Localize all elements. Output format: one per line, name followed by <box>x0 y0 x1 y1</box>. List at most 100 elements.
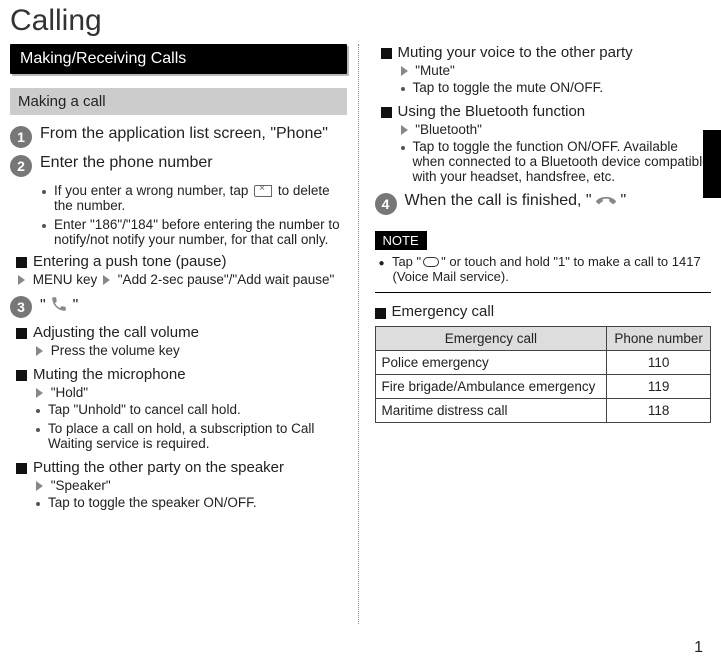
bluetooth-line: "Bluetooth" <box>399 122 712 137</box>
step-number-2: 2 <box>10 155 32 177</box>
mute-mic-b2: To place a call on hold, a subscription … <box>34 421 347 451</box>
note-divider <box>375 292 712 293</box>
note-body: Tap "" or touch and hold "1" to make a c… <box>379 254 712 284</box>
speaker-head: Putting the other party on the speaker <box>16 459 347 476</box>
mute-voice-head: Muting your voice to the other party <box>381 44 712 61</box>
subsection-heading: Making a call <box>10 88 347 115</box>
mute-mic-text: Muting the microphone <box>33 366 186 383</box>
square-icon <box>16 370 27 381</box>
bullet-dot <box>401 146 405 150</box>
speaker-head-text: Putting the other party on the speaker <box>33 459 284 476</box>
bluetooth-b1-text: Tap to toggle the function ON/OFF. Avail… <box>413 139 712 184</box>
arrow-icon <box>103 275 110 285</box>
table-row: Fire brigade/Ambulance emergency 119 <box>375 375 711 399</box>
mute-mic-b2-text: To place a call on hold, a subscription … <box>48 421 347 451</box>
step-2-b1-before: If you enter a wrong number, tap <box>54 183 252 198</box>
speaker-b1-text: Tap to toggle the speaker ON/OFF. <box>48 495 257 510</box>
note-label: NOTE <box>375 231 427 250</box>
step-2-bullet-1: If you enter a wrong number, tap to dele… <box>40 183 347 213</box>
left-column: Making/Receiving Calls Making a call 1 F… <box>10 44 361 518</box>
phone-icon <box>50 295 68 313</box>
adjust-volume-line: Press the volume key <box>34 343 347 358</box>
step-4: 4 When the call is finished, " " <box>375 192 712 215</box>
page-title: Calling <box>0 0 721 44</box>
emergency-th1: Emergency call <box>375 327 607 351</box>
backspace-icon <box>254 185 272 197</box>
step-1: 1 From the application list screen, "Pho… <box>10 125 347 148</box>
step-3-title: " " <box>40 295 78 315</box>
speaker-line-text: "Speaker" <box>47 478 111 493</box>
bullet-dot <box>42 190 46 194</box>
bullet-dot <box>42 224 46 228</box>
emergency-name: Maritime distress call <box>375 399 607 423</box>
bluetooth-head: Using the Bluetooth function <box>381 103 712 120</box>
bullet-dot <box>401 87 405 91</box>
step-2-title: Enter the phone number <box>40 154 213 172</box>
bullet-dot <box>36 428 40 432</box>
arrow-icon <box>36 346 43 356</box>
square-icon <box>16 463 27 474</box>
mute-voice-line: "Mute" <box>399 63 712 78</box>
step-1-title: From the application list screen, "Phone… <box>40 125 328 143</box>
step-4-title: When the call is finished, " " <box>405 192 627 210</box>
mute-mic-b1-text: Tap "Unhold" to cancel call hold. <box>48 402 241 417</box>
arrow-icon <box>401 125 408 135</box>
bluetooth-text: Using the Bluetooth function <box>398 103 586 120</box>
hangup-icon <box>596 194 616 208</box>
adjust-volume-line-text: Press the volume key <box>47 343 180 358</box>
step-3: 3 " " <box>10 295 347 318</box>
step-3-suffix: " <box>73 297 79 314</box>
step-number-3: 3 <box>10 296 32 318</box>
square-icon <box>375 308 386 319</box>
bullet-dot <box>36 409 40 413</box>
push-tone-text-a: MENU key <box>29 272 101 287</box>
square-icon <box>381 107 392 118</box>
mute-voice-line-text: "Mute" <box>412 63 455 78</box>
mute-voice-text: Muting your voice to the other party <box>398 44 633 61</box>
mute-mic-line-text: "Hold" <box>47 385 88 400</box>
step-number-1: 1 <box>10 126 32 148</box>
emergency-th2: Phone number <box>607 327 711 351</box>
push-tone-line: MENU key "Add 2-sec pause"/"Add wait pau… <box>16 272 347 287</box>
arrow-icon <box>401 66 408 76</box>
right-column: Muting your voice to the other party "Mu… <box>361 44 712 518</box>
step-2: 2 Enter the phone number <box>10 154 347 177</box>
adjust-volume-text: Adjusting the call volume <box>33 324 199 341</box>
mute-mic-head: Muting the microphone <box>16 366 347 383</box>
arrow-icon <box>36 388 43 398</box>
emergency-num: 119 <box>607 375 711 399</box>
page-number: 1 <box>694 639 703 657</box>
emergency-num: 110 <box>607 351 711 375</box>
emergency-head: Emergency call <box>375 303 712 320</box>
side-tab <box>703 130 721 198</box>
mute-mic-b1: Tap "Unhold" to cancel call hold. <box>34 402 347 417</box>
step-2-b2: Enter "186"/"184" before entering the nu… <box>54 217 347 247</box>
column-divider <box>358 44 359 624</box>
adjust-volume-head: Adjusting the call volume <box>16 324 347 341</box>
push-tone-head-text: Entering a push tone (pause) <box>33 253 226 270</box>
voicemail-icon <box>423 257 439 267</box>
step-2-bullet-2: Enter "186"/"184" before entering the nu… <box>40 217 347 247</box>
step-4-suffix: " <box>621 192 627 209</box>
table-row: Police emergency 110 <box>375 351 711 375</box>
arrow-icon <box>36 481 43 491</box>
bullet-dot <box>36 502 40 506</box>
square-icon <box>381 48 392 59</box>
square-icon <box>16 328 27 339</box>
step-3-prefix: " <box>40 297 50 314</box>
step-4-prefix: When the call is finished, " <box>405 192 597 209</box>
section-heading: Making/Receiving Calls <box>10 44 347 74</box>
emergency-num: 118 <box>607 399 711 423</box>
square-icon <box>16 257 27 268</box>
mute-voice-b1-text: Tap to toggle the mute ON/OFF. <box>413 80 604 95</box>
mute-voice-b1: Tap to toggle the mute ON/OFF. <box>399 80 712 95</box>
speaker-b1: Tap to toggle the speaker ON/OFF. <box>34 495 347 510</box>
bluetooth-b1: Tap to toggle the function ON/OFF. Avail… <box>399 139 712 184</box>
bluetooth-line-text: "Bluetooth" <box>412 122 482 137</box>
push-tone-text-b: "Add 2-sec pause"/"Add wait pause" <box>114 272 334 287</box>
arrow-icon <box>18 275 25 285</box>
emergency-head-text: Emergency call <box>392 303 495 320</box>
emergency-name: Fire brigade/Ambulance emergency <box>375 375 607 399</box>
speaker-line: "Speaker" <box>34 478 347 493</box>
step-number-4: 4 <box>375 193 397 215</box>
